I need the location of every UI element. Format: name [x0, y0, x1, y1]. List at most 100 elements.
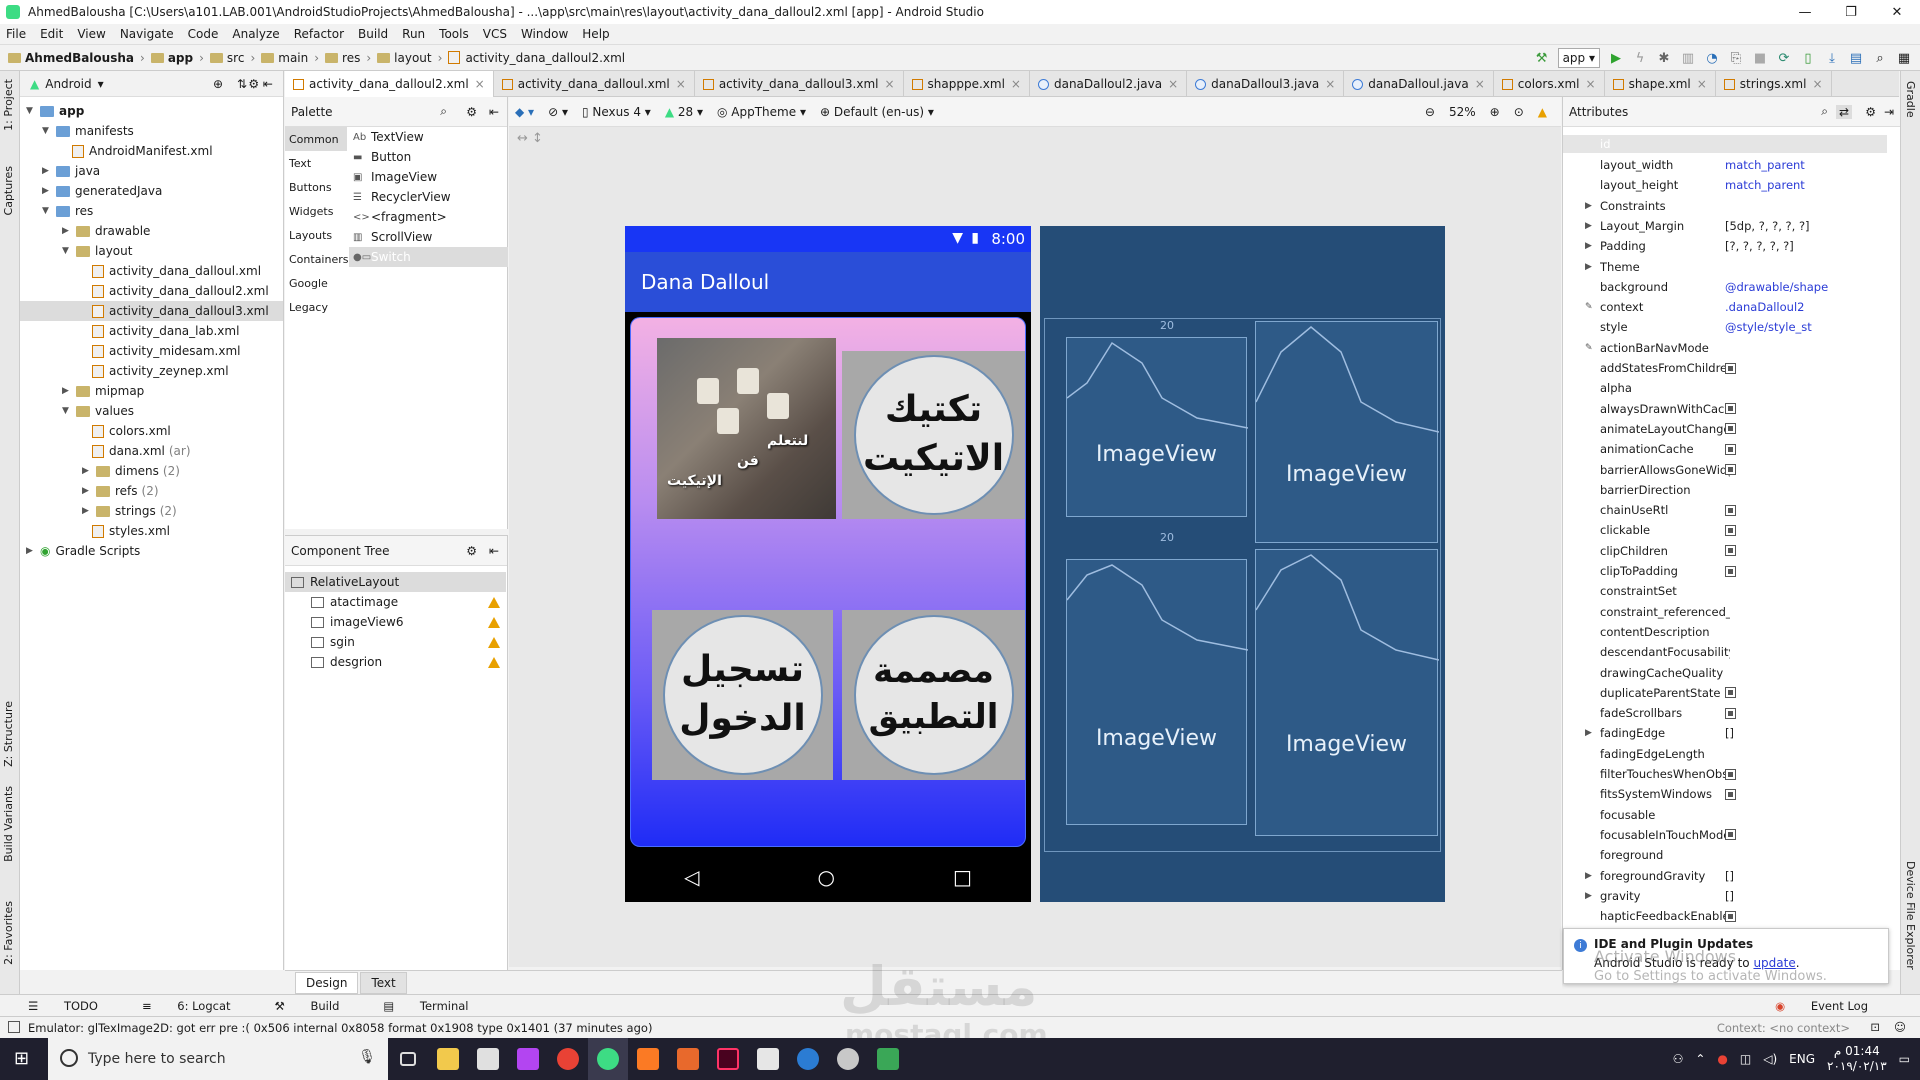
gear-icon[interactable]: ⚙ ⇤ [248, 77, 273, 91]
home-icon[interactable]: ○ [818, 865, 835, 889]
attribute-checkbox[interactable] [1725, 545, 1736, 557]
attribute-checkbox[interactable] [1725, 423, 1736, 435]
palette-item-textview[interactable]: Ab TextView [349, 127, 508, 147]
attribute-row[interactable]: barrierAllowsGoneWidgets [1563, 460, 1887, 480]
close-icon[interactable]: × [884, 77, 894, 91]
zoom-in-icon[interactable]: ⊕ [1490, 105, 1500, 119]
attribute-checkbox[interactable] [1725, 707, 1736, 719]
menu-tools[interactable]: Tools [439, 27, 469, 41]
tab-activity-dana-dalloul[interactable]: activity_dana_dalloul.xml × [494, 71, 695, 97]
attribute-checkbox[interactable] [1725, 910, 1736, 922]
tree-item-layout-file[interactable]: activity_dana_dalloul2.xml [92, 281, 269, 301]
close-icon[interactable]: × [1011, 77, 1021, 91]
attribute-row[interactable]: clipToPadding [1563, 561, 1887, 581]
tab-activity-dana-dalloul2[interactable]: activity_dana_dalloul2.xml × [285, 71, 494, 97]
hide-icon[interactable]: ⇤ [489, 105, 499, 119]
close-icon[interactable]: × [475, 77, 485, 91]
palette-cat-buttons[interactable]: Buttons [285, 175, 347, 199]
attribute-checkbox[interactable] [1725, 362, 1736, 374]
project-tool-tab[interactable]: 1: Project [2, 79, 15, 131]
keyboard-language[interactable]: ENG [1789, 1052, 1815, 1066]
attach-debugger-icon[interactable]: ⎘ [1728, 50, 1744, 66]
paint-icon[interactable] [828, 1038, 868, 1080]
todo-tool-button[interactable]: ☰ TODO [28, 999, 120, 1013]
attribute-row[interactable]: constraint_referenced_ids [1563, 602, 1887, 622]
tree-item-manifest-file[interactable]: AndroidManifest.xml [72, 141, 213, 161]
tree-child[interactable]: desgrion [285, 652, 506, 672]
coverage-icon[interactable]: ▥ [1680, 50, 1696, 66]
close-icon[interactable]: × [1697, 77, 1707, 91]
crumb-src[interactable]: src › [209, 51, 255, 65]
status-toggle-icon[interactable] [8, 1021, 20, 1033]
attribute-checkbox[interactable] [1725, 464, 1736, 475]
attribute-row[interactable]: ▶ fadingEdge [] [1563, 723, 1887, 743]
id-field[interactable]: id [1563, 135, 1887, 153]
notifications-icon[interactable]: ▭ [1899, 1052, 1910, 1066]
sync-icon[interactable]: ⟳ [1776, 50, 1792, 66]
lock-icon[interactable]: ⊡ [1870, 1020, 1880, 1034]
attribute-value[interactable]: [5dp, ?, ?, ?, ?] [1725, 219, 1810, 233]
palette-cat-layouts[interactable]: Layouts [285, 223, 347, 247]
tree-item-generated-java[interactable]: ▶ generatedJava [42, 181, 162, 201]
build-variants-tool-tab[interactable]: Build Variants [2, 786, 15, 862]
attribute-row[interactable]: hapticFeedbackEnabled [1563, 906, 1887, 926]
tab-activity-dana-dalloul3[interactable]: activity_dana_dalloul3.xml × [695, 71, 904, 97]
attribute-row[interactable]: ▶ gravity [] [1563, 886, 1887, 906]
palette-item-imageview[interactable]: ▣ ImageView [349, 167, 508, 187]
stop-icon[interactable]: ■ [1752, 50, 1768, 66]
attribute-row[interactable]: background @drawable/shape [1563, 277, 1887, 297]
tree-item-strings[interactable]: ▶ strings (2) [82, 501, 177, 521]
layout-inspector-icon[interactable]: ▦ [1896, 50, 1912, 66]
search-icon[interactable]: ⌕ [440, 104, 447, 119]
profile-icon[interactable]: ◔ [1704, 50, 1720, 66]
search-icon[interactable]: ⌕ [1821, 104, 1828, 119]
imageView6[interactable]: تكتيك الاتيكيت [842, 351, 1025, 519]
attribute-row[interactable]: focusableInTouchMode [1563, 825, 1887, 845]
warning-icon[interactable] [488, 616, 500, 628]
palette-item-fragment[interactable]: <> <fragment> [349, 207, 508, 227]
tree-item-values-file[interactable]: dana.xml (ar) [92, 441, 191, 461]
gear-icon[interactable]: ⚙ [466, 105, 477, 119]
close-button[interactable]: ✕ [1874, 0, 1920, 24]
avd-manager-icon[interactable]: ▯ [1800, 50, 1816, 66]
tree-item-gradle-scripts[interactable]: ▶ ◉ Gradle Scripts [26, 541, 140, 561]
tree-item-dimens[interactable]: ▶ dimens (2) [82, 461, 180, 481]
tree-item-app[interactable]: ▼ app [26, 101, 84, 121]
tree-child[interactable]: atactimage [285, 592, 506, 612]
antivirus-icon[interactable]: ● [1717, 1052, 1727, 1066]
taskbar-search[interactable]: Type here to search 🎙 [48, 1038, 388, 1080]
sheets-icon[interactable] [868, 1038, 908, 1080]
attribute-row[interactable]: animationCache [1563, 439, 1887, 459]
close-icon[interactable]: × [1586, 77, 1596, 91]
tree-item-values[interactable]: ▼ values [62, 401, 134, 421]
warning-icon[interactable] [488, 596, 500, 608]
phpstorm-icon[interactable] [508, 1038, 548, 1080]
attribute-row[interactable]: ✎ actionBarNavMode [1563, 338, 1887, 358]
tree-item-java[interactable]: ▶ java [42, 161, 100, 181]
attribute-row[interactable]: filterTouchesWhenObscured [1563, 764, 1887, 784]
tree-item-refs[interactable]: ▶ refs (2) [82, 481, 159, 501]
favorites-tool-tab[interactable]: 2: Favorites [2, 901, 15, 965]
palette-cat-text[interactable]: Text [285, 151, 347, 175]
device-select[interactable]: ▯ Nexus 4 ▾ [582, 105, 651, 119]
attribute-checkbox[interactable] [1725, 829, 1736, 841]
close-icon[interactable]: × [1475, 77, 1485, 91]
attribute-row[interactable]: clipChildren [1563, 541, 1887, 561]
maximize-button[interactable]: ❐ [1828, 0, 1874, 24]
menu-vcs[interactable]: VCS [483, 27, 507, 41]
tree-item-layout-file[interactable]: activity_dana_lab.xml [92, 321, 239, 341]
tree-item-values-file[interactable]: styles.xml [92, 521, 170, 541]
build-tool-button[interactable]: ⚒ Build [275, 999, 362, 1013]
attribute-row[interactable]: ✎ context .danaDalloul2 [1563, 297, 1887, 317]
tree-item-layout-file[interactable]: activity_dana_dalloul.xml [92, 261, 261, 281]
tree-child[interactable]: sgin [285, 632, 506, 652]
menu-analyze[interactable]: Analyze [232, 27, 279, 41]
attribute-value[interactable]: match_parent [1725, 178, 1805, 192]
pan-icon[interactable]: ↔ ↕ [517, 131, 543, 146]
palette-item-switch[interactable]: ●▭ Switch [349, 247, 508, 267]
attribute-row[interactable]: ▶ Theme [1563, 257, 1887, 277]
tree-item-layout-file[interactable]: activity_midesam.xml [92, 341, 241, 361]
crumb-file[interactable]: activity_dana_dalloul2.xml [448, 51, 625, 65]
tab-strings[interactable]: strings.xml × [1716, 71, 1832, 97]
attribute-row[interactable]: constraintSet [1563, 581, 1887, 601]
